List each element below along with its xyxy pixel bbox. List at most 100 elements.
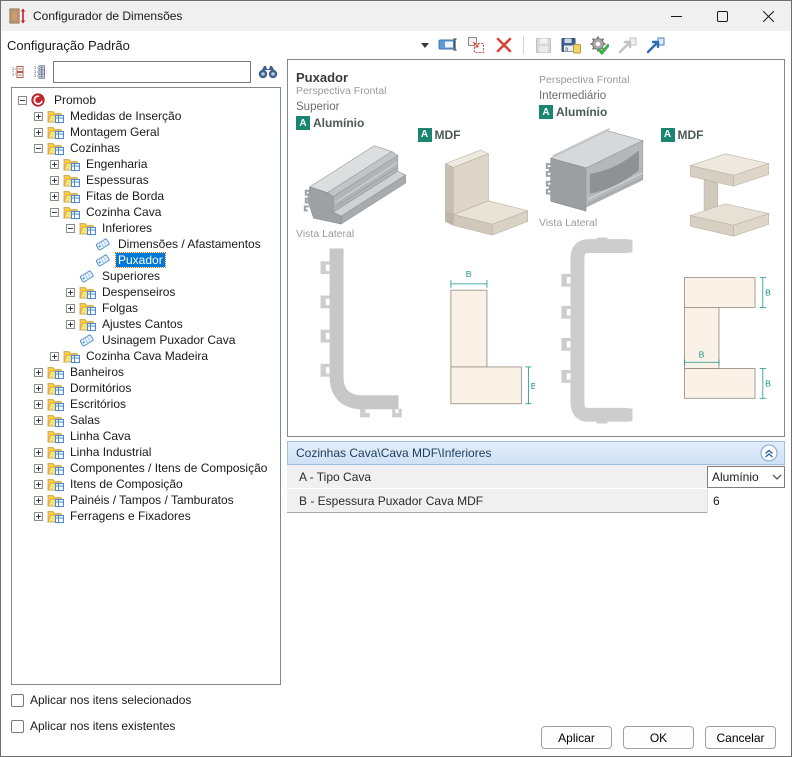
tree-item[interactable]: Espessuras — [14, 172, 280, 188]
configuration-combobox[interactable]: Configuração Padrão — [1, 34, 433, 56]
tree-expander-minus[interactable] — [66, 224, 75, 233]
tree-expander-plus[interactable] — [34, 496, 43, 505]
tree-item[interactable]: Dimensões / Afastamentos — [14, 236, 280, 252]
tree-item[interactable]: Componentes / Itens de Composição — [14, 460, 280, 476]
duplicate-configuration-button[interactable] — [465, 34, 487, 56]
tree-item-label[interactable]: Folgas — [100, 301, 140, 315]
tree-item-label[interactable]: Linha Industrial — [68, 445, 153, 459]
apply-button[interactable]: Aplicar — [541, 726, 612, 749]
tree-item[interactable]: Inferiores — [14, 220, 280, 236]
save-button[interactable] — [532, 34, 554, 56]
tree-item[interactable]: Usinagem Puxador Cava — [14, 332, 280, 348]
tree-expander-plus[interactable] — [34, 464, 43, 473]
maximize-button[interactable] — [699, 1, 745, 31]
tree-item-label[interactable]: Despenseiros — [100, 285, 177, 299]
tree-item[interactable]: Painéis / Tampos / Tamburatos — [14, 492, 280, 508]
tree-item[interactable]: Salas — [14, 412, 280, 428]
tree-item-label[interactable]: Cozinha Cava — [84, 205, 163, 219]
tree-item-label[interactable]: Escritórios — [68, 397, 128, 411]
tree-item[interactable]: Cozinhas — [14, 140, 280, 156]
close-button[interactable] — [745, 1, 791, 31]
tree-item[interactable]: Montagem Geral — [14, 124, 280, 140]
tree-expander-plus[interactable] — [34, 112, 43, 121]
tree-item[interactable]: Superiores — [14, 268, 280, 284]
tree-expander-plus[interactable] — [34, 416, 43, 425]
tree-expander-plus[interactable] — [34, 400, 43, 409]
tree-item[interactable]: Banheiros — [14, 364, 280, 380]
tree-item-label[interactable]: Salas — [68, 413, 102, 427]
tree-item[interactable]: Escritórios — [14, 396, 280, 412]
tree-item[interactable]: Cozinha Cava — [14, 204, 280, 220]
tree-expander-plus[interactable] — [34, 384, 43, 393]
import-configuration-button[interactable] — [616, 34, 638, 56]
tree-item-label[interactable]: Cozinhas — [68, 141, 122, 155]
tree-expander-plus[interactable] — [34, 128, 43, 137]
apply-existing-checkbox[interactable] — [11, 720, 24, 733]
cancel-button[interactable]: Cancelar — [705, 726, 776, 749]
tree-item-label[interactable]: Painéis / Tampos / Tamburatos — [68, 493, 236, 507]
tree-item[interactable]: Folgas — [14, 300, 280, 316]
tree-item-label[interactable]: Puxador — [116, 253, 165, 267]
collapse-all-button[interactable] — [9, 63, 27, 81]
tree-item-label[interactable]: Cozinha Cava Madeira — [84, 349, 210, 363]
tree-expander-plus[interactable] — [50, 160, 59, 169]
tree-expander-plus[interactable] — [34, 512, 43, 521]
ok-button[interactable]: OK — [623, 726, 694, 749]
expand-all-button[interactable] — [31, 63, 49, 81]
collapse-properties-button[interactable] — [760, 444, 778, 462]
tree-item-label[interactable]: Inferiores — [100, 221, 154, 235]
tree-item-label[interactable]: Componentes / Itens de Composição — [68, 461, 269, 475]
tree-expander-minus[interactable] — [18, 96, 27, 105]
delete-configuration-button[interactable] — [493, 34, 515, 56]
tree-item-label[interactable]: Promob — [52, 93, 98, 107]
tree-item-label[interactable]: Linha Cava — [68, 429, 133, 443]
save-as-button[interactable]: a — [560, 34, 582, 56]
tree-item-label[interactable]: Espessuras — [84, 173, 151, 187]
tree-item[interactable]: Fitas de Borda — [14, 188, 280, 204]
tree-expander-plus[interactable] — [34, 480, 43, 489]
tree-expander-minus[interactable] — [34, 144, 43, 153]
tree-item-label[interactable]: Medidas de Inserção — [68, 109, 183, 123]
tree-item-label[interactable]: Montagem Geral — [68, 125, 161, 139]
tree-item[interactable]: Dormitórios — [14, 380, 280, 396]
apply-selected-checkbox[interactable] — [11, 694, 24, 707]
tipo-cava-select[interactable]: Alumínio — [707, 466, 785, 488]
tree-expander-plus[interactable] — [66, 320, 75, 329]
search-button[interactable] — [255, 62, 281, 82]
tree-item[interactable]: Engenharia — [14, 156, 280, 172]
tree-expander-plus[interactable] — [50, 352, 59, 361]
apply-settings-button[interactable] — [588, 34, 610, 56]
tree-item-label[interactable]: Fitas de Borda — [84, 189, 166, 203]
tree-item-label[interactable]: Ferragens e Fixadores — [68, 509, 193, 523]
tree-item-label[interactable]: Itens de Composição — [68, 477, 185, 491]
tree-item-label[interactable]: Usinagem Puxador Cava — [100, 333, 237, 347]
tree-search-input[interactable] — [53, 61, 251, 83]
tree-item-label[interactable]: Engenharia — [84, 157, 149, 171]
tree-expander-plus[interactable] — [50, 176, 59, 185]
tree-item[interactable]: Ferragens e Fixadores — [14, 508, 280, 524]
tree-expander-plus[interactable] — [66, 304, 75, 313]
minimize-button[interactable] — [653, 1, 699, 31]
tree-item-label[interactable]: Dimensões / Afastamentos — [116, 237, 263, 251]
tree-item-label[interactable]: Dormitórios — [68, 381, 133, 395]
tree-item-label[interactable]: Superiores — [100, 269, 162, 283]
tree-item[interactable]: Ajustes Cantos — [14, 316, 280, 332]
tree-item[interactable]: Medidas de Inserção — [14, 108, 280, 124]
tree-expander-plus[interactable] — [50, 192, 59, 201]
tree-item[interactable]: Itens de Composição — [14, 476, 280, 492]
tree-item[interactable]: Linha Cava — [14, 428, 280, 444]
rename-configuration-button[interactable] — [437, 34, 459, 56]
tree-item-label[interactable]: Ajustes Cantos — [100, 317, 185, 331]
tree-item[interactable]: Puxador — [14, 252, 280, 268]
tree-item[interactable]: Promob — [14, 92, 280, 108]
tree-expander-plus[interactable] — [34, 448, 43, 457]
tree-item[interactable]: Cozinha Cava Madeira — [14, 348, 280, 364]
tree-item[interactable]: Linha Industrial — [14, 444, 280, 460]
tree-item-label[interactable]: Banheiros — [68, 365, 126, 379]
tree-expander-plus[interactable] — [34, 368, 43, 377]
export-configuration-button[interactable] — [644, 34, 666, 56]
espessura-value-input[interactable]: 6 — [707, 489, 785, 513]
tree-item[interactable]: Despenseiros — [14, 284, 280, 300]
tree-expander-plus[interactable] — [66, 288, 75, 297]
tree-expander-minus[interactable] — [50, 208, 59, 217]
